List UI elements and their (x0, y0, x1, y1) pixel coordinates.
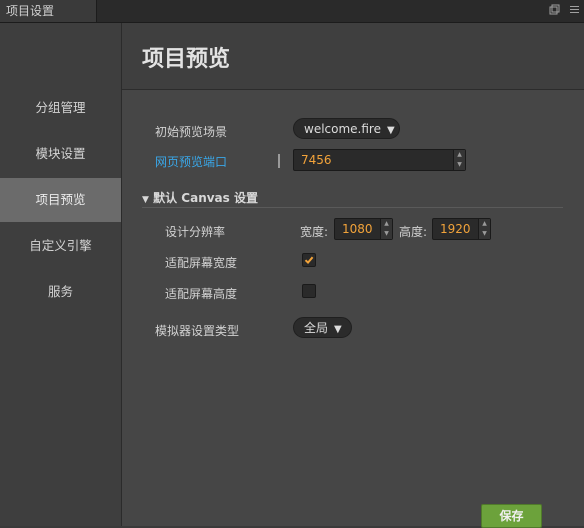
preview-port-value: 7456 (301, 153, 332, 167)
fit-width-label: 适配屏幕宽度 (165, 256, 238, 270)
stepper-up-icon[interactable]: ▲ (479, 219, 490, 229)
height-value: 1920 (440, 222, 471, 236)
tab-title: 项目设置 (6, 4, 55, 18)
fit-height-checkbox[interactable] (302, 284, 316, 298)
tab-bar: 项目设置 (0, 0, 584, 23)
preview-port-input[interactable]: 7456 ▲ ▼ (293, 149, 466, 171)
sidebar-item-custom-engine[interactable]: 自定义引擎 (0, 224, 121, 268)
fit-width-checkbox[interactable] (302, 253, 316, 267)
height-input[interactable]: 1920 ▲ ▼ (432, 218, 491, 240)
page-header: 项目预览 (122, 23, 584, 90)
stepper-down-icon[interactable]: ▼ (479, 229, 490, 239)
start-scene-label: 初始预览场景 (155, 125, 228, 139)
height-label: 高度: (399, 225, 428, 239)
stepper-down-icon[interactable]: ▼ (454, 160, 465, 170)
fit-height-label: 适配屏幕高度 (165, 287, 238, 301)
tab-icons (548, 3, 580, 15)
dropdown-arrow-icon: ▼ (386, 125, 395, 136)
save-button[interactable]: 保存 (481, 504, 542, 528)
simulator-type-select[interactable]: 全局 ▼ (293, 317, 352, 338)
start-scene-value: welcome.fire (304, 122, 381, 136)
simulator-type-value: 全局 (304, 321, 329, 335)
width-stepper[interactable]: ▲ ▼ (380, 219, 392, 239)
sidebar-item-groups[interactable]: 分组管理 (0, 86, 121, 130)
stepper-down-icon[interactable]: ▼ (381, 229, 392, 239)
canvas-section-title: 默认 Canvas 设置 (153, 191, 258, 205)
sidebar-item-preview[interactable]: 项目预览 (0, 178, 121, 222)
sidebar-item-modules[interactable]: 模块设置 (0, 132, 121, 176)
sidebar-item-services[interactable]: 服务 (0, 270, 121, 314)
simulator-type-label: 模拟器设置类型 (155, 324, 240, 338)
menu-icon[interactable] (568, 3, 580, 15)
popout-icon[interactable] (548, 3, 560, 15)
preview-port-label[interactable]: 网页预览端口 (155, 153, 227, 170)
section-divider (142, 207, 563, 208)
settings-content: 初始预览场景 welcome.fire ▼ 网页预览端口 7456 ▲ ▼ ▼ 默… (122, 90, 584, 528)
stepper-up-icon[interactable]: ▲ (381, 219, 392, 229)
height-stepper[interactable]: ▲ ▼ (478, 219, 490, 239)
width-input[interactable]: 1080 ▲ ▼ (334, 218, 393, 240)
width-value: 1080 (342, 222, 373, 236)
canvas-section-header[interactable]: ▼ 默认 Canvas 设置 (142, 189, 258, 206)
main-panel: 项目预览 初始预览场景 welcome.fire ▼ 网页预览端口 7456 ▲ … (122, 23, 584, 528)
checkmark-icon (304, 256, 314, 265)
page-title: 项目预览 (142, 47, 231, 72)
start-scene-select[interactable]: welcome.fire ▼ (293, 118, 400, 139)
sidebar: 分组管理 模块设置 项目预览 自定义引擎 服务 (0, 23, 122, 526)
design-resolution-label: 设计分辨率 (165, 225, 226, 239)
tab-project-settings[interactable]: 项目设置 (0, 0, 97, 22)
collapse-triangle-icon: ▼ (142, 195, 149, 205)
dropdown-arrow-icon: ▼ (334, 324, 342, 335)
stepper-up-icon[interactable]: ▲ (454, 150, 465, 160)
width-label: 宽度: (300, 225, 329, 239)
preview-port-stepper[interactable]: ▲ ▼ (453, 150, 465, 170)
text-cursor-bar (278, 154, 280, 168)
